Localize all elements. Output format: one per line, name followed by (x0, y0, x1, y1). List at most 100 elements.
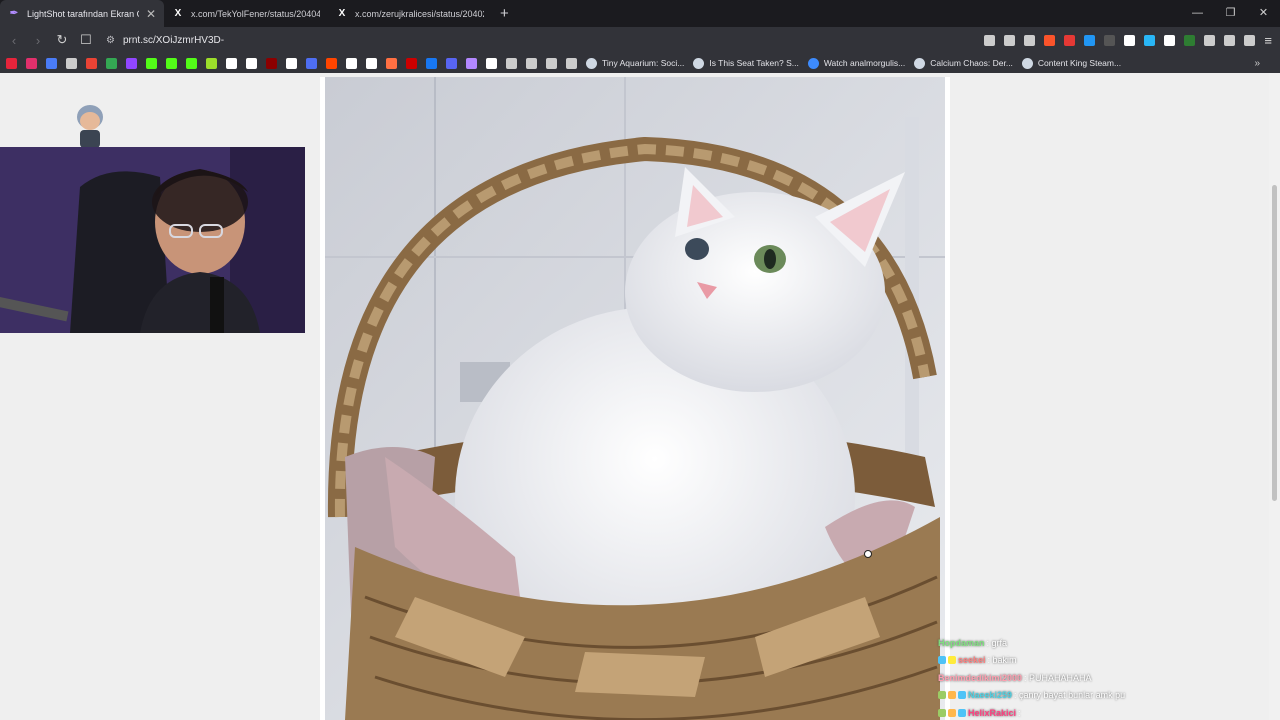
bookmark-icon[interactable] (186, 57, 197, 69)
extension-icon[interactable] (1144, 34, 1156, 46)
extension-icon[interactable] (1204, 34, 1216, 46)
chat-badge-icon (958, 691, 966, 700)
chat-badge-icon (938, 708, 946, 717)
extension-icon[interactable] (1104, 34, 1116, 46)
page-content: Hopdaman: grfa seekei: bakim Benimdedikimi… (0, 77, 1280, 720)
twitch-icon (807, 57, 819, 69)
address-bar[interactable]: ⚙ prnt.sc/XOiJzmrHV3D- (106, 35, 224, 46)
restore-button[interactable]: ❐ (1214, 0, 1247, 27)
bookmark-icon[interactable] (26, 57, 37, 69)
bookmark-icon[interactable] (386, 57, 397, 69)
bookmark-icon[interactable] (486, 57, 497, 69)
chat-message: Naeeki259: çanry bayat bunlar amk pu (938, 687, 1218, 705)
chat-message: seekei: bakim (938, 652, 1218, 670)
close-tab-icon[interactable]: ✕ (146, 7, 156, 21)
bookmark-label: Is This Seat Taken? S... (709, 58, 799, 68)
bookmark-icon[interactable] (346, 57, 357, 69)
bookmark-icon[interactable] (526, 57, 537, 69)
chat-text: : çanry bayat bunlar amk pu (1014, 690, 1126, 701)
streamer-webcam (0, 147, 305, 333)
chat-badge-icon (948, 691, 956, 700)
tab-lightshot[interactable]: ✒ LightShot tarafından Ekran Görü ✕ (0, 0, 164, 27)
bookmark-icon[interactable] (306, 57, 317, 69)
page-scrollbar[interactable] (1269, 73, 1280, 720)
bookmark-icon[interactable] (246, 57, 257, 69)
bookmark-icon[interactable] (146, 57, 157, 69)
close-window-button[interactable]: ✕ (1247, 0, 1280, 27)
extension-icon[interactable] (1184, 34, 1196, 46)
bookmark-label: Calcium Chaos: Der... (930, 58, 1013, 68)
chat-badge-icon (948, 656, 956, 665)
extension-icon[interactable] (1224, 34, 1236, 46)
bookmark-icon[interactable] (46, 57, 57, 69)
chat-badge-icon (938, 691, 946, 700)
chat-badge-icon (938, 656, 946, 665)
extension-icon[interactable] (1244, 34, 1256, 46)
bookmark-icon[interactable] (326, 57, 337, 69)
bookmark-icon[interactable] (166, 57, 177, 69)
extension-icon[interactable] (1084, 34, 1096, 46)
chat-message: HelixRakici: (938, 704, 1218, 720)
chat-username: Benimdedikimi2000 (938, 672, 1023, 683)
bookmark-item[interactable]: Content King Steam... (1021, 57, 1121, 69)
bookmark-icon[interactable] (86, 57, 97, 69)
bookmark-item[interactable]: Is This Seat Taken? S... (693, 57, 799, 69)
chat-text: : (1018, 707, 1021, 718)
back-button[interactable]: ‹ (4, 33, 24, 48)
bookmark-icon[interactable] (466, 57, 477, 69)
steam-icon (693, 57, 705, 69)
bookmark-label: Watch analmorgulis... (823, 58, 906, 68)
reload-button[interactable]: ↻ (52, 32, 72, 48)
bookmark-page-button[interactable]: ☐ (76, 32, 96, 48)
tab-bar: ✒ LightShot tarafından Ekran Görü ✕ X x.… (0, 0, 1280, 27)
chat-badge-icon (958, 708, 966, 717)
scrollbar-thumb[interactable] (1272, 185, 1277, 501)
url-text[interactable]: prnt.sc/XOiJzmrHV3D- (123, 35, 224, 46)
feather-icon: ✒ (9, 8, 19, 19)
bookmark-icon[interactable] (66, 57, 77, 69)
chat-username: seekei (958, 655, 986, 666)
chat-message: Hopdaman: grfa (938, 634, 1218, 652)
extension-icon[interactable] (1164, 34, 1176, 46)
chat-text: : grfa (986, 637, 1008, 648)
extension-icon[interactable] (1124, 34, 1136, 46)
tab-title: LightShot tarafından Ekran Görü (27, 8, 139, 19)
bookmark-icon[interactable] (6, 57, 17, 69)
bookmark-item[interactable]: Watch analmorgulis... (807, 57, 906, 69)
extension-icon[interactable] (1004, 34, 1016, 46)
extension-icon[interactable] (1024, 34, 1036, 46)
bookmark-icon[interactable] (566, 57, 577, 69)
tab-title: x.com/zerujkralicesi/status/20402109 (355, 8, 484, 19)
bookmark-label: Tiny Aquarium: Soci... (602, 58, 685, 68)
bookmark-icon[interactable] (286, 57, 297, 69)
extension-icons: ≡ (984, 27, 1272, 53)
bookmark-icon[interactable] (126, 57, 137, 69)
extension-icon[interactable] (1044, 34, 1056, 46)
bookmark-item[interactable]: Calcium Chaos: Der... (914, 57, 1013, 69)
tab-x-tekyolfener[interactable]: X x.com/TekYolFener/status/20404169 (164, 0, 328, 27)
bookmark-item[interactable]: Tiny Aquarium: Soci... (586, 57, 685, 69)
bookmark-icon[interactable] (446, 57, 457, 69)
bookmark-icon[interactable] (426, 57, 437, 69)
bookmark-icon[interactable] (206, 57, 217, 69)
bookmark-icon[interactable] (406, 57, 417, 69)
bookmark-icon[interactable] (266, 57, 277, 69)
site-settings-icon[interactable]: ⚙ (106, 35, 115, 46)
new-tab-button[interactable]: + (500, 5, 509, 22)
minimize-button[interactable]: — (1181, 0, 1214, 27)
bookmark-icon[interactable] (546, 57, 557, 69)
extension-icon[interactable] (1064, 34, 1076, 46)
tab-x-zerujkralicesi[interactable]: X x.com/zerujkralicesi/status/20402109 (328, 0, 492, 27)
x-icon: X (338, 8, 346, 19)
forward-button[interactable]: › (28, 33, 48, 48)
bookmark-icon[interactable] (106, 57, 117, 69)
menu-icon[interactable]: ≡ (1264, 33, 1272, 48)
extension-icon[interactable] (984, 34, 996, 46)
chat-username: HelixRakici (968, 707, 1017, 718)
bookmark-icon[interactable] (366, 57, 377, 69)
bookmarks-overflow-button[interactable]: » (1254, 58, 1260, 69)
address-toolbar: ‹ › ↻ ☐ ⚙ prnt.sc/XOiJzmrHV3D- ≡ (0, 27, 1280, 53)
bookmark-icon[interactable] (506, 57, 517, 69)
cat-photo (325, 77, 945, 720)
bookmark-icon[interactable] (226, 57, 237, 69)
